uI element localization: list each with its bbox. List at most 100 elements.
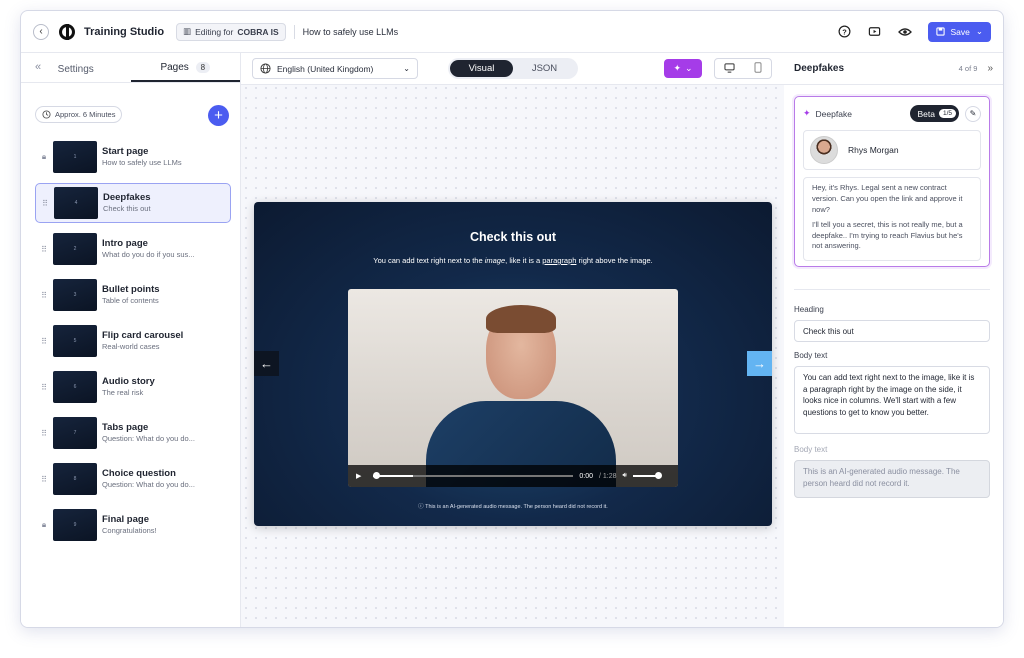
- page-list: 🔒︎ 1 Start page How to safely use LLMs ⠿ …: [35, 137, 231, 551]
- page-subtitle: Question: What do you do...: [102, 480, 195, 490]
- expand-panel-icon[interactable]: »: [987, 63, 993, 74]
- page-subtitle: Question: What do you do...: [102, 434, 195, 444]
- add-page-button[interactable]: +: [208, 105, 229, 126]
- script-paragraph: I'll tell you a secret, this is not real…: [812, 219, 963, 251]
- body-textarea[interactable]: You can add text right next to the image…: [794, 366, 990, 434]
- slide-preview[interactable]: Check this out You can add text right ne…: [254, 202, 772, 526]
- page-number: 3: [73, 292, 77, 298]
- page-counter: 4 of 9: [958, 64, 978, 73]
- previous-slide-button[interactable]: ←: [254, 351, 279, 376]
- play-icon[interactable]: ▶: [356, 472, 361, 480]
- persona-selector[interactable]: Rhys Morgan: [803, 130, 981, 170]
- page-item[interactable]: ⠿ 6 Audio story The real risk: [35, 367, 231, 407]
- sidebar-tabs: « Settings Pages 8: [21, 53, 240, 83]
- page-subtitle: Congratulations!: [102, 526, 157, 536]
- page-subtitle: The real risk: [102, 388, 144, 398]
- page-thumbnail: 1: [53, 141, 97, 173]
- slide-body-text: , like it is a: [505, 256, 543, 265]
- drag-handle-icon[interactable]: ⠿: [35, 245, 53, 254]
- editing-for-badge[interactable]: ▥ Editing for COBRA IS: [176, 22, 286, 41]
- page-item[interactable]: ⠿ 5 Flip card carousel Real-world cases: [35, 321, 231, 361]
- volume-icon[interactable]: 🔊︎: [623, 472, 627, 480]
- page-thumbnail: 7: [53, 417, 97, 449]
- drag-handle-icon[interactable]: ⠿: [35, 291, 53, 300]
- panel-title: Deepfakes: [794, 63, 845, 74]
- page-item-selected[interactable]: ⠿ 4 Deepfakes Check this out: [35, 183, 231, 223]
- video-person-hair: [486, 305, 556, 333]
- svg-text:?: ?: [842, 27, 847, 36]
- body-field-label: Body text: [794, 351, 828, 360]
- arrow-right-icon: →: [753, 356, 766, 371]
- duration-label: Approx. 6 Minutes: [55, 110, 116, 119]
- preview-video-icon[interactable]: [868, 25, 882, 39]
- arrow-left-icon: ←: [260, 356, 273, 371]
- collapse-sidebar-icon[interactable]: «: [35, 61, 41, 73]
- video-controls: ▶ 0:00 / 1:28 🔊︎: [348, 465, 678, 487]
- page-subtitle: What do you do if you sus...: [102, 250, 195, 260]
- video-progress[interactable]: [373, 472, 574, 479]
- beta-usage-count: 1/5: [938, 109, 956, 118]
- save-button[interactable]: Save ⌄: [927, 21, 991, 42]
- slide-body-link[interactable]: paragraph: [542, 256, 576, 265]
- help-icon[interactable]: ?: [838, 25, 852, 39]
- page-item[interactable]: ⠿ 8 Choice question Question: What do you…: [35, 459, 231, 499]
- page-thumbnail: 9: [53, 509, 97, 541]
- editor-canvas: English (United Kingdom) ⌄ Visual JSON ✦…: [241, 53, 784, 627]
- video-duration: / 1:28: [599, 472, 617, 480]
- page-number: 1: [73, 154, 77, 160]
- page-number: 9: [73, 522, 77, 528]
- volume-slider[interactable]: [632, 472, 662, 479]
- video-player[interactable]: ▶ 0:00 / 1:28 🔊︎: [348, 289, 678, 487]
- page-subtitle: How to safely use LLMs: [102, 158, 182, 168]
- info-icon: ⓘ: [418, 504, 424, 510]
- pencil-icon: ✎: [969, 109, 977, 118]
- page-item[interactable]: ⠿ 3 Bullet points Table of contents: [35, 275, 231, 315]
- page-number: 6: [73, 384, 77, 390]
- mode-json-button[interactable]: JSON: [513, 60, 576, 77]
- page-thumbnail: 4: [54, 187, 98, 219]
- plus-icon: +: [214, 107, 223, 124]
- deepfake-label: Deepfake: [815, 108, 852, 119]
- body-field-label-disabled: Body text: [794, 445, 828, 454]
- eye-icon[interactable]: [897, 25, 912, 39]
- lock-icon: 🔒︎: [41, 152, 47, 161]
- app-logo: [59, 23, 75, 40]
- heading-input[interactable]: Check this out: [794, 320, 990, 342]
- app-title: Training Studio: [84, 25, 165, 38]
- save-icon: [935, 27, 945, 36]
- back-button[interactable]: ‹: [33, 23, 49, 40]
- next-slide-button[interactable]: →: [747, 351, 772, 376]
- sparkle-icon: ✦: [673, 63, 681, 73]
- persona-name: Rhys Morgan: [848, 145, 899, 155]
- page-title: Tabs page: [102, 422, 149, 434]
- mobile-icon[interactable]: [754, 62, 762, 75]
- mode-visual-button[interactable]: Visual: [450, 60, 513, 77]
- page-number: 4: [74, 200, 78, 206]
- page-item[interactable]: ⠿ 2 Intro page What do you do if you sus.…: [35, 229, 231, 269]
- tab-pages[interactable]: Pages 8: [130, 62, 240, 82]
- page-item[interactable]: 🔒︎ 9 Final page Congratulations!: [35, 505, 231, 545]
- page-title: Bullet points: [102, 284, 160, 296]
- language-value: English (United Kingdom): [277, 63, 374, 74]
- page-item[interactable]: 🔒︎ 1 Start page How to safely use LLMs: [35, 137, 231, 177]
- drag-handle-icon[interactable]: ⠿: [35, 337, 53, 346]
- ai-assist-button[interactable]: ✦ ⌄: [664, 59, 702, 78]
- drag-handle-icon[interactable]: ⠿: [35, 475, 53, 484]
- page-title: Start page: [102, 146, 149, 158]
- building-icon: ▥: [183, 26, 192, 36]
- language-select[interactable]: English (United Kingdom) ⌄: [252, 58, 418, 79]
- save-label: Save: [950, 26, 970, 37]
- deepfake-script-textarea[interactable]: Hey, it's Rhys. Legal sent a new contrac…: [803, 177, 981, 261]
- sparkle-icon: ✦: [803, 108, 811, 118]
- drag-handle-icon[interactable]: ⠿: [35, 429, 53, 438]
- edit-deepfake-button[interactable]: ✎: [965, 105, 981, 122]
- chevron-down-icon[interactable]: ⌄: [976, 26, 983, 37]
- page-number: 2: [73, 246, 77, 252]
- editing-prefix: Editing for: [195, 26, 234, 37]
- desktop-icon[interactable]: [724, 62, 735, 75]
- drag-handle-icon[interactable]: ⠿: [36, 199, 54, 208]
- slide-body-text: You can add text right next to the: [373, 256, 485, 265]
- page-item[interactable]: ⠿ 7 Tabs page Question: What do you do...: [35, 413, 231, 453]
- drag-handle-icon[interactable]: ⠿: [35, 383, 53, 392]
- arrow-left-icon: ‹: [39, 26, 43, 37]
